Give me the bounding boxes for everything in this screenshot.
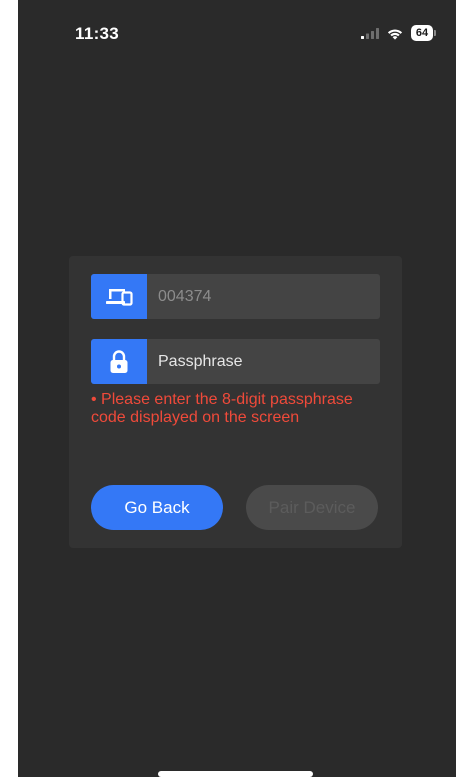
go-back-button[interactable]: Go Back <box>91 485 223 530</box>
lock-icon-box <box>91 339 147 384</box>
pair-device-button[interactable]: Pair Device <box>246 485 378 530</box>
battery-tip <box>434 30 436 36</box>
signal-icon <box>361 28 379 39</box>
status-icons: 64 <box>361 25 436 41</box>
status-bar: 11:33 64 <box>18 0 456 70</box>
device-code-field <box>91 274 380 319</box>
passphrase-input[interactable] <box>147 339 380 384</box>
status-time: 11:33 <box>75 24 120 43</box>
battery-level: 64 <box>411 25 433 41</box>
device-icon <box>106 288 133 306</box>
passphrase-error-message: • Please enter the 8-digit passphrase co… <box>91 391 353 426</box>
pairing-card: • Please enter the 8-digit passphrase co… <box>69 256 402 548</box>
passphrase-field <box>91 339 380 384</box>
battery-icon: 64 <box>411 25 436 41</box>
lock-icon <box>110 349 128 373</box>
device-code-input[interactable] <box>147 274 380 319</box>
phone-screen: 11:33 64 004374 Passphrase • Please ente… <box>18 0 456 777</box>
device-icon-box <box>91 274 147 319</box>
wifi-icon <box>387 28 403 40</box>
home-indicator[interactable] <box>158 771 313 777</box>
